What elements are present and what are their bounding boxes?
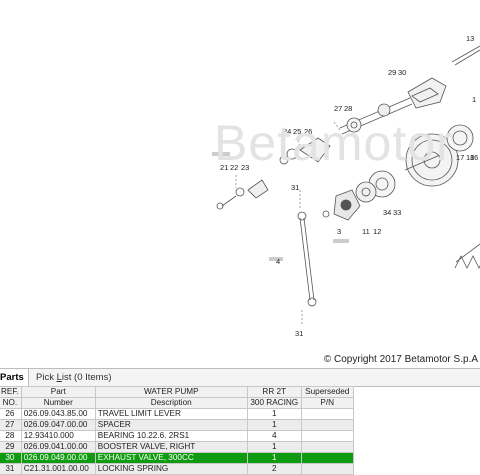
cell-superseded: [300, 408, 354, 420]
cell-part-number: 026.09.041.00.00: [20, 441, 96, 453]
callout-16[interactable]: 16: [470, 153, 478, 162]
callout-28[interactable]: 28: [344, 104, 352, 113]
table-row[interactable]: 26 026.09.043.85.00 TRAVEL LIMIT LEVER 1: [0, 408, 354, 420]
cell-ref: 28: [0, 430, 22, 442]
cell-part-number: 12.93410.000: [20, 430, 96, 442]
cell-description: LOCKING SPRING: [94, 463, 248, 475]
table-row[interactable]: 28 12.93410.000 BEARING 10.22.6. 2RS1 4: [0, 430, 354, 442]
callout-1[interactable]: 1: [472, 95, 476, 104]
header-superseded[interactable]: Superseded: [300, 386, 354, 398]
callout-13[interactable]: 13: [466, 34, 474, 43]
callout-3[interactable]: 3: [337, 227, 341, 236]
header-model[interactable]: RR 2T: [246, 386, 302, 398]
parts-table: REF. Part WATER PUMP RR 2T Superseded NO…: [0, 386, 354, 475]
callout-4[interactable]: 4: [276, 257, 280, 266]
header-section[interactable]: WATER PUMP: [94, 386, 248, 398]
cell-description: SPACER: [94, 419, 248, 431]
header-number: Number: [20, 397, 96, 409]
callout-31-bottom[interactable]: 31: [295, 329, 303, 338]
cell-ref: 27: [0, 419, 22, 431]
callout-17[interactable]: 17: [456, 153, 464, 162]
cell-quantity: 4: [246, 430, 302, 442]
exploded-parts-diagram: 13 29 30 1 27 28 24 25 26 18 17 16 21 22…: [0, 0, 480, 368]
cell-ref: 31: [0, 463, 22, 475]
header-ref[interactable]: REF.: [0, 386, 22, 398]
table-row-selected[interactable]: 30 026.09.049.00.00 EXHAUST VALVE, 300CC…: [0, 452, 354, 464]
table-subheader-row: NO. Number Description 300 RACING P/N: [0, 397, 354, 409]
tab-parts-list[interactable]: Parts List: [0, 369, 29, 400]
tab-pick-list[interactable]: Pick List (0 Items): [32, 369, 116, 386]
callout-27[interactable]: 27: [334, 104, 342, 113]
callout-11[interactable]: 11: [362, 227, 370, 236]
cell-description: EXHAUST VALVE, 300CC: [94, 452, 248, 464]
callout-12[interactable]: 12: [373, 227, 381, 236]
cell-ref: 30: [0, 452, 22, 464]
cell-quantity: 1: [246, 419, 302, 431]
cell-description: TRAVEL LIMIT LEVER: [94, 408, 248, 420]
cell-part-number: 026.09.047.00.00: [20, 419, 96, 431]
header-no: NO.: [0, 397, 22, 409]
table-row[interactable]: 31 C21.31.001.00.00 LOCKING SPRING 2: [0, 463, 354, 475]
callout-34[interactable]: 34: [383, 208, 391, 217]
cell-part-number: 026.09.049.00.00: [20, 452, 96, 464]
cell-part-number: 026.09.043.85.00: [20, 408, 96, 420]
callout-30[interactable]: 30: [398, 68, 406, 77]
cell-ref: 26: [0, 408, 22, 420]
callout-33[interactable]: 33: [393, 208, 401, 217]
callout-29[interactable]: 29: [388, 68, 396, 77]
cell-superseded: [300, 441, 354, 453]
cell-quantity: 2: [246, 463, 302, 475]
list-tabs: Parts List Pick List (0 Items): [0, 368, 480, 400]
cell-superseded: [300, 419, 354, 431]
table-row[interactable]: 29 026.09.041.00.00 BOOSTER VALVE, RIGHT…: [0, 441, 354, 453]
cell-quantity: 1: [246, 408, 302, 420]
table-header-row: REF. Part WATER PUMP RR 2T Superseded: [0, 386, 354, 398]
copyright-notice: © Copyright 2017 Betamotor S.p.A: [323, 354, 478, 365]
cell-quantity: 1: [246, 452, 302, 464]
cell-description: BOOSTER VALVE, RIGHT: [94, 441, 248, 453]
diagram-drawing: 13 29 30 1 27 28 24 25 26 18 17 16 21 22…: [212, 34, 480, 338]
cell-superseded: [300, 430, 354, 442]
callout-31[interactable]: 31: [291, 183, 299, 192]
brand-watermark: Betamotor: [214, 115, 454, 171]
cell-description: BEARING 10.22.6. 2RS1: [94, 430, 248, 442]
cell-part-number: C21.31.001.00.00: [20, 463, 96, 475]
header-model-variant: 300 RACING: [246, 397, 302, 409]
header-part[interactable]: Part: [20, 386, 96, 398]
header-pn: P/N: [300, 397, 354, 409]
cell-superseded: [300, 452, 354, 464]
cell-ref: 29: [0, 441, 22, 453]
header-description: Description: [94, 397, 248, 409]
table-row[interactable]: 27 026.09.047.00.00 SPACER 1: [0, 419, 354, 431]
cell-superseded: [300, 463, 354, 475]
cell-quantity: 1: [246, 441, 302, 453]
